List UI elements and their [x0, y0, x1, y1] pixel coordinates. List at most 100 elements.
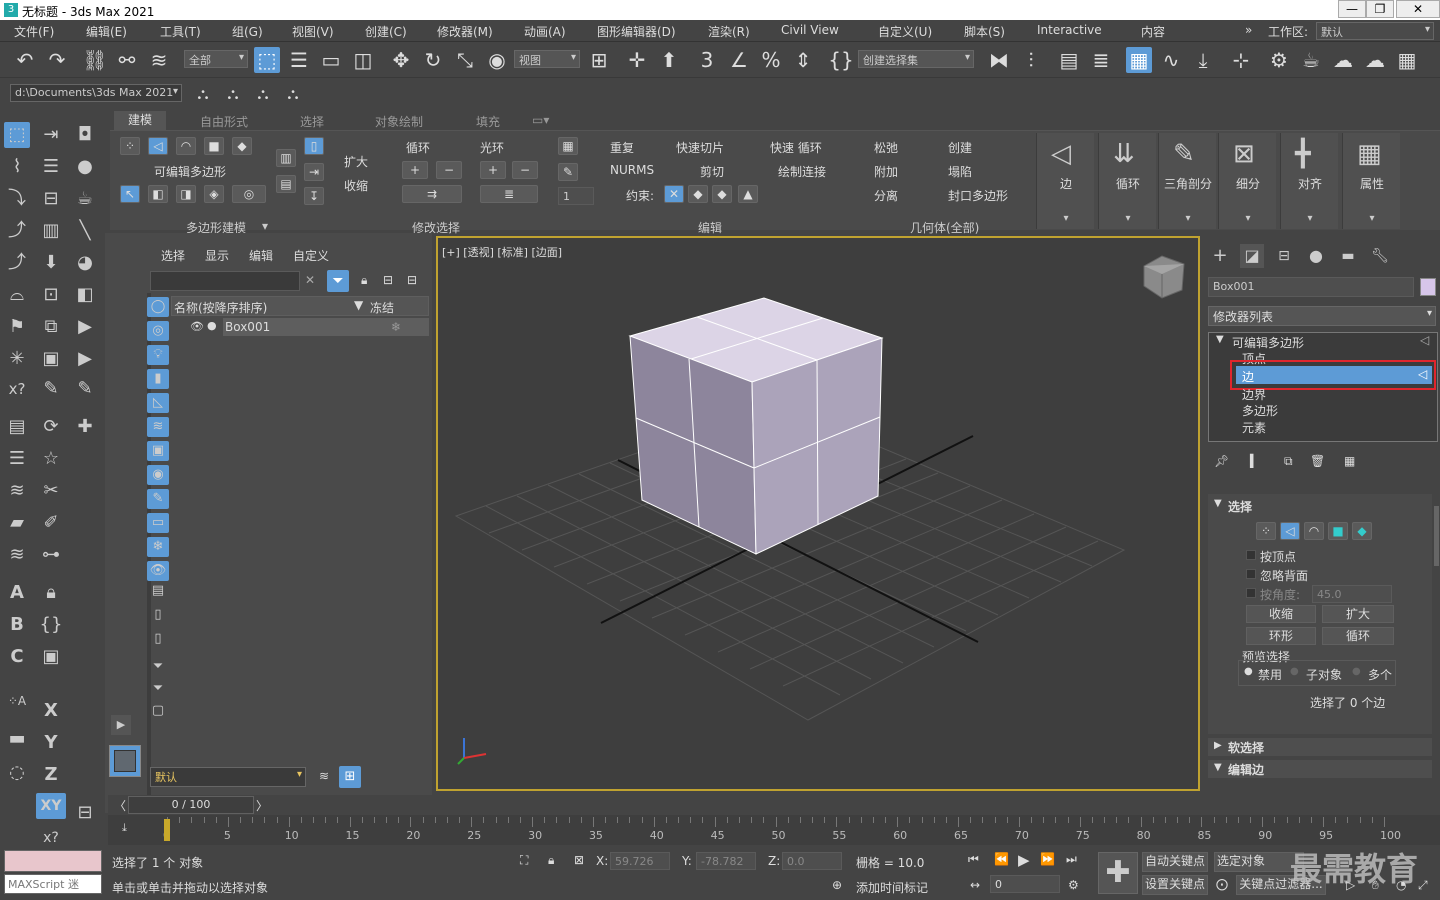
rollout-selection-title[interactable]: 选择 — [1228, 498, 1252, 515]
coord-z-field[interactable]: 0.0 — [782, 852, 842, 870]
selection-filter-dropdown[interactable]: 全部 — [184, 50, 248, 68]
snaps-toggle-icon[interactable]: 3 — [694, 47, 720, 73]
goto-start-icon[interactable]: ⏮ — [968, 852, 979, 867]
select-manipulate-icon[interactable]: ✛ — [624, 47, 650, 73]
poly-modeling-arrow-icon[interactable]: ▾ — [262, 219, 268, 233]
display-all-icon[interactable]: ▤ — [147, 581, 169, 601]
explorer-search-input[interactable] — [150, 271, 300, 291]
remove-mod-icon[interactable]: ▤ — [276, 175, 296, 193]
clipboard-icon[interactable]: ▣ — [38, 644, 64, 670]
edge-tool-icon[interactable]: ⌓ — [4, 282, 30, 308]
explorer-expand-icon[interactable]: ▶ — [111, 715, 131, 735]
column-freeze-header[interactable]: 冻结 — [370, 299, 394, 316]
close-button[interactable]: ✕ — [1396, 0, 1440, 18]
abs-mode-icon[interactable]: ⊠ — [574, 853, 584, 867]
subdivide-big-button[interactable]: ⊠ 细分 ▾ — [1218, 133, 1276, 229]
extra-tool-icon[interactable]: ⊟ — [72, 800, 98, 826]
pin-stack-icon[interactable]: ◈ — [204, 185, 224, 203]
reference-coord-dropdown[interactable]: 视图 — [514, 50, 580, 68]
radio-subobj-icon[interactable]: ● — [1290, 666, 1299, 677]
key-filter-icon[interactable]: ⨀ — [1216, 877, 1228, 891]
axis-xy-icon[interactable]: XY — [36, 793, 66, 819]
detach-label[interactable]: 分离 — [874, 187, 898, 204]
render-production-icon[interactable]: ☁ — [1362, 47, 1388, 73]
link-icon[interactable]: ⛓ — [82, 47, 108, 73]
coord-y-field[interactable]: -78.782 — [696, 852, 756, 870]
create-project-icon[interactable]: ⛬ — [250, 81, 276, 107]
loop-grow-icon[interactable]: + — [402, 161, 428, 179]
radio-multi-icon[interactable]: ● — [1352, 666, 1361, 677]
sel-polygon-icon[interactable]: ■ — [1328, 522, 1348, 540]
network-icon[interactable]: ⊶ — [38, 542, 64, 568]
dotted-circle-icon[interactable]: ◌ — [4, 760, 30, 786]
auto-key-button[interactable]: 自动关键点 — [1142, 852, 1208, 872]
menu-tools[interactable]: 工具(T) — [160, 23, 201, 40]
frame-icon[interactable]: ▢ — [147, 701, 169, 721]
constraint-edge-icon[interactable]: ◆ — [688, 185, 708, 203]
filter-icon[interactable]: ⏷ — [327, 270, 349, 292]
axis-z-icon[interactable]: Z — [38, 762, 64, 788]
track-bar[interactable]: ⤓ 05101520253035404550556065707580859095… — [108, 815, 1440, 845]
loop-mode-icon[interactable]: ⇉ — [402, 185, 462, 203]
mirror-icon[interactable]: ⧓ — [986, 47, 1012, 73]
save-icon[interactable]: ▣ — [38, 346, 64, 372]
edit-mode-icon[interactable]: ▯ — [304, 137, 324, 155]
ignore-backfacing-checkbox[interactable] — [1246, 569, 1256, 579]
film-icon[interactable]: ▶ — [72, 346, 98, 372]
select-by-name-icon[interactable]: ☰ — [286, 47, 312, 73]
open-project-icon[interactable]: ⛬ — [220, 81, 246, 107]
menu-graph-editors[interactable]: 图形编辑器(D) — [597, 23, 676, 40]
stack-root-item[interactable]: 可编辑多边形 — [1232, 334, 1304, 351]
refresh-icon[interactable]: ⟳ — [38, 414, 64, 440]
scissors-icon[interactable]: ✂ — [38, 478, 64, 504]
cut-label[interactable]: 剪切 — [700, 163, 724, 180]
display-helpers-icon[interactable]: ◺ — [147, 393, 169, 413]
time-tag-icon[interactable]: ⊕ — [832, 878, 842, 892]
nav-pan-icon[interactable]: ✋︎ — [1372, 878, 1379, 893]
menu-create[interactable]: 创建(C) — [365, 23, 407, 40]
arrow-up-icon[interactable]: ⤴ — [4, 250, 30, 276]
link-tool-icon[interactable]: ⤴ — [4, 218, 30, 244]
goto-end-icon[interactable]: ⏭ — [1066, 852, 1077, 867]
align-big-button[interactable]: ╋ 对齐 ▾ — [1280, 133, 1338, 229]
use-displace-icon[interactable]: ◨ — [176, 185, 196, 203]
soft-sel-expand-icon[interactable]: ▶ — [1214, 740, 1222, 751]
loop-button[interactable]: 循环 — [1322, 627, 1394, 645]
object-name-field[interactable]: Box001 — [1208, 277, 1414, 297]
lasso-icon[interactable]: ⌇ — [4, 154, 30, 180]
make-unique-icon[interactable]: ⧉ — [1284, 454, 1293, 469]
layers-icon[interactable]: ≋ — [4, 542, 30, 568]
ring-shrink-icon[interactable]: − — [512, 161, 538, 179]
sel-vertex-icon[interactable]: ⁘ — [1256, 522, 1276, 540]
unlink-icon[interactable]: ⚯ — [114, 47, 140, 73]
section-geometry[interactable]: 几何体(全部) — [910, 219, 979, 236]
soft-selection-title[interactable]: 软选择 — [1228, 739, 1264, 756]
vertex-mode-icon[interactable]: ⁘ — [120, 137, 140, 155]
material-editor-icon[interactable]: ⚙ — [1266, 47, 1292, 73]
paint-icon[interactable]: ⬇ — [38, 250, 64, 276]
teapot-icon[interactable]: ☕ — [72, 186, 98, 212]
object-color-swatch[interactable] — [1420, 278, 1436, 296]
select-object-icon[interactable]: ⬚ — [254, 47, 280, 73]
edit-named-sets-icon[interactable]: {} — [828, 47, 854, 73]
tab-object-paint[interactable]: 对象绘制 — [375, 113, 423, 130]
modifier-list-dropdown[interactable]: 修改器列表 — [1208, 306, 1436, 326]
project-path-dropdown[interactable]: d:\Documents\3ds Max 2021 — [10, 84, 182, 102]
rollout-collapse-icon[interactable]: ▼ — [1214, 498, 1222, 509]
display-tab-icon[interactable]: ▬ — [1336, 244, 1360, 268]
set-key-big-icon[interactable]: ✚ — [1098, 852, 1138, 894]
rotate-icon[interactable]: ↻ — [420, 47, 446, 73]
column-name-header[interactable]: 名称(按降序排序) — [174, 299, 267, 316]
display-invert-icon[interactable]: ▯ — [147, 629, 169, 649]
angle-spinner[interactable]: 45.0 — [1312, 585, 1392, 603]
grow-label[interactable]: 扩大 — [344, 153, 368, 170]
select-mode-icon[interactable]: ⬚ — [4, 122, 30, 148]
render-dot-icon[interactable]: ● — [207, 319, 217, 332]
rect-selection-region-icon[interactable]: ▭ — [318, 47, 344, 73]
align-icon[interactable]: ⫶ — [1018, 47, 1044, 73]
menu-scripting[interactable]: 脚本(S) — [964, 23, 1005, 40]
filter-funnel-icon[interactable]: ⏷ — [147, 679, 169, 699]
play-icon[interactable]: ▶ — [72, 314, 98, 340]
menu-view[interactable]: 视图(V) — [292, 23, 334, 40]
snap-icon[interactable]: ⤵ — [4, 186, 30, 212]
